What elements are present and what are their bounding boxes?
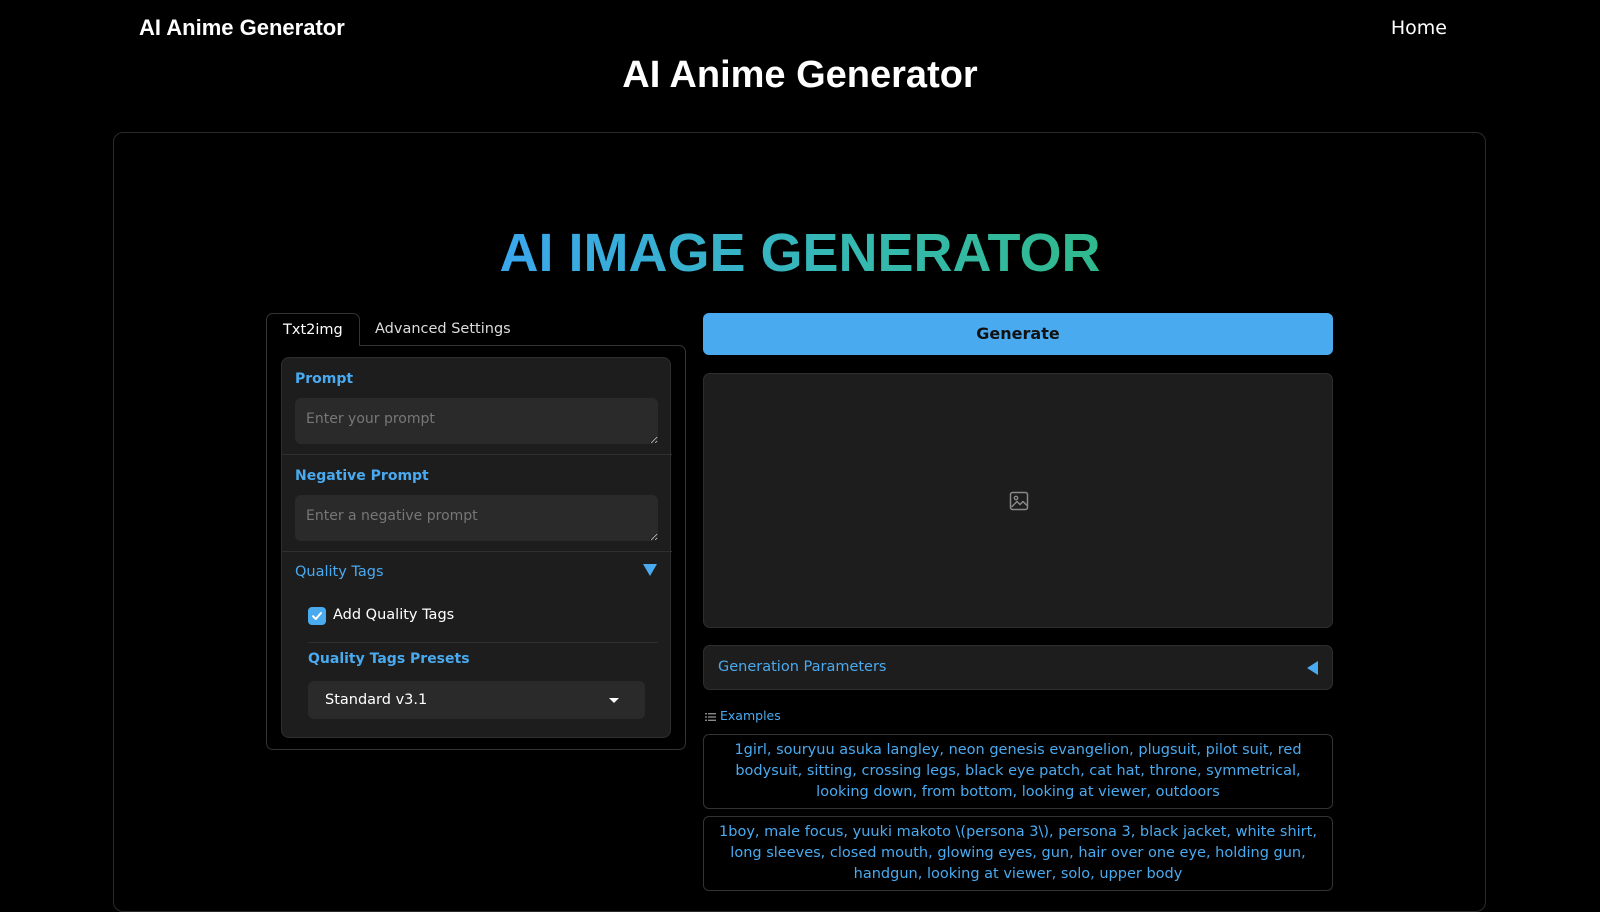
tab-content: Prompt Negative Prompt Quality Tags Add …	[266, 345, 686, 750]
home-link[interactable]: Home	[1391, 17, 1447, 39]
checkmark-icon	[312, 612, 322, 620]
image-placeholder-icon	[1009, 491, 1029, 511]
select-value: Standard v3.1	[325, 692, 428, 708]
top-navbar: AI Anime Generator Home	[0, 0, 1600, 56]
example-item[interactable]: 1girl, souryuu asuka langley, neon genes…	[703, 734, 1333, 809]
negative-prompt-input[interactable]	[295, 495, 658, 541]
tab-bar: Txt2img Advanced Settings	[266, 313, 686, 346]
txt2img-form: Prompt Negative Prompt Quality Tags Add …	[281, 357, 672, 738]
app-title: AI IMAGE GENERATOR	[0, 222, 1600, 284]
site-title[interactable]: AI Anime Generator	[139, 15, 345, 41]
examples-label: Examples	[720, 708, 781, 723]
app-title-text: AI IMAGE GENERATOR	[499, 223, 1101, 283]
settings-panel: Txt2img Advanced Settings Prompt Negativ…	[266, 313, 686, 750]
negative-prompt-label: Negative Prompt	[295, 468, 429, 484]
quality-tags-presets-label: Quality Tags Presets	[308, 651, 470, 667]
add-quality-tags-label[interactable]: Add Quality Tags	[333, 607, 454, 623]
generation-parameters-accordion[interactable]: Generation Parameters	[703, 645, 1333, 690]
quality-tags-accordion[interactable]: Quality Tags	[295, 564, 384, 580]
chevron-down-icon[interactable]	[643, 564, 657, 576]
divider	[308, 642, 658, 643]
generate-button[interactable]: Generate	[703, 313, 1333, 355]
prompt-input[interactable]	[295, 398, 658, 444]
list-icon	[705, 712, 716, 721]
divider	[282, 551, 672, 552]
image-output	[703, 373, 1333, 628]
chevron-left-icon	[1307, 661, 1318, 675]
example-item[interactable]: 1boy, male focus, yuuki makoto \(persona…	[703, 816, 1333, 891]
add-quality-tags-checkbox[interactable]	[308, 607, 326, 625]
page-title: AI Anime Generator	[622, 54, 978, 96]
divider	[282, 454, 672, 455]
tab-txt2img[interactable]: Txt2img	[266, 313, 360, 346]
quality-tags-presets-select[interactable]: Standard v3.1	[308, 681, 645, 719]
generation-parameters-label: Generation Parameters	[718, 659, 887, 675]
caret-down-icon	[609, 698, 619, 703]
examples-header: Examples	[705, 708, 781, 723]
tab-advanced-settings[interactable]: Advanced Settings	[359, 313, 527, 346]
prompt-label: Prompt	[295, 371, 354, 387]
